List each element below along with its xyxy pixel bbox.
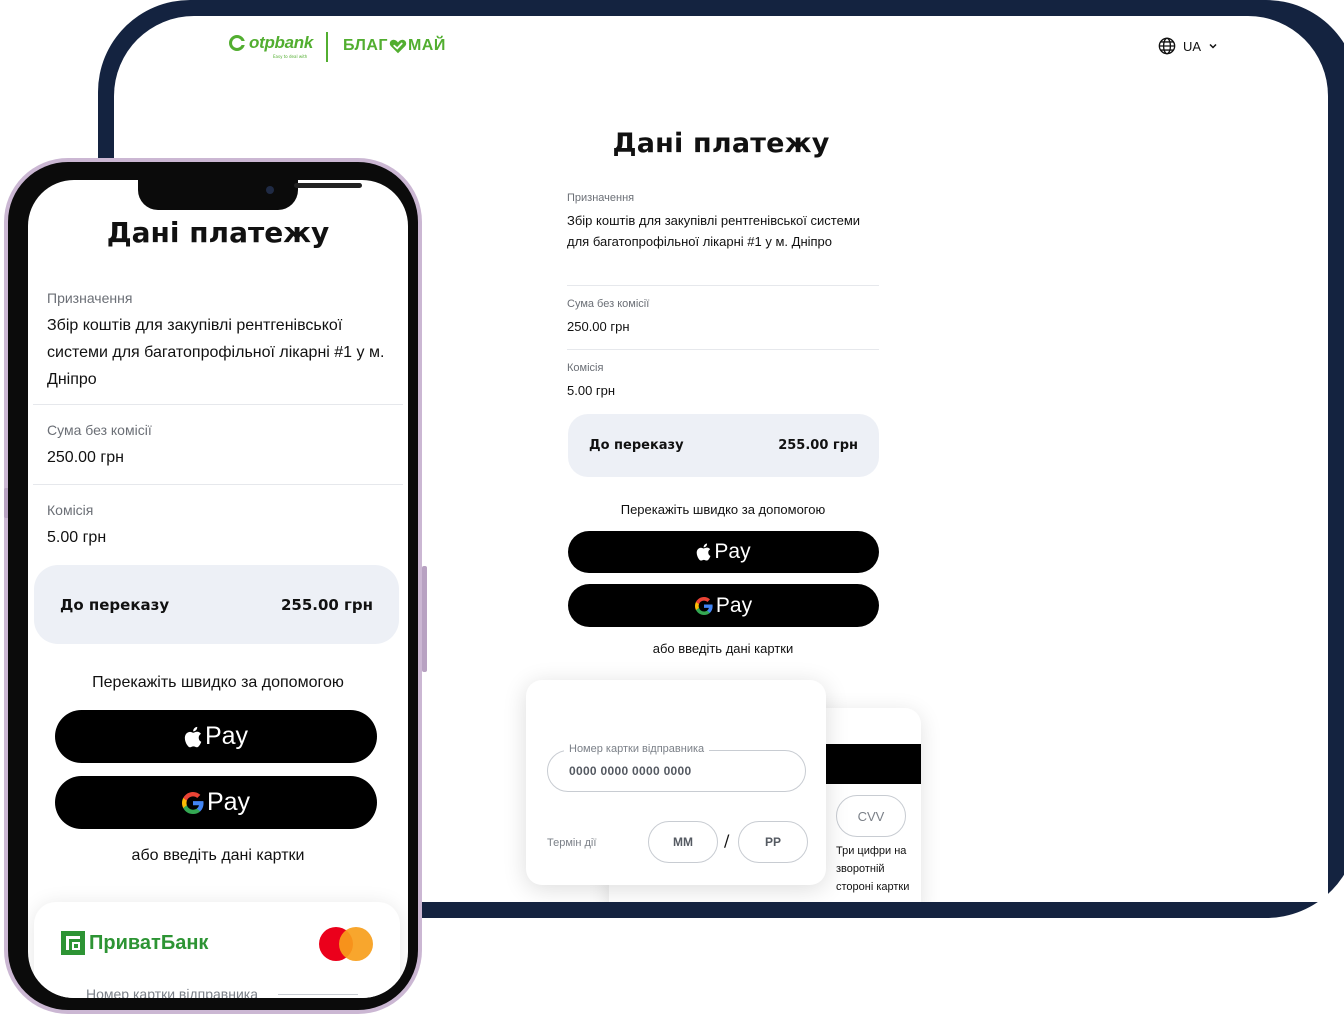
purpose-section: Призначення Збір коштів для закупівлі ре… <box>567 192 879 252</box>
or-card-text: або введіть дані картки <box>652 641 794 656</box>
fee-value: 5.00 грн <box>567 383 616 398</box>
phone-notch <box>138 180 362 210</box>
otp-logo-icon <box>229 34 245 51</box>
expiry-separator: / <box>724 831 730 850</box>
globe-icon <box>1158 37 1176 55</box>
amount-value: 250.00 грн <box>47 449 124 466</box>
phone-screen: Дані платежу Призначення Збір коштів для… <box>28 180 408 998</box>
speaker <box>294 183 362 188</box>
divider <box>567 285 879 286</box>
total-value: 255.00 грн <box>778 438 858 453</box>
divider <box>33 484 403 485</box>
header: otpbank Easy to deal with БЛАГ МАЙ UA <box>114 16 1328 78</box>
amount-label: Сума без комісії <box>567 298 650 310</box>
blagomay-logo: БЛАГ МАЙ <box>343 37 446 55</box>
google-pay-button[interactable]: Pay <box>55 776 377 829</box>
cvv-placeholder: CVV <box>857 808 885 824</box>
amount-label: Сума без комісії <box>47 422 152 438</box>
card-number-label: Номер картки відправника <box>86 986 259 998</box>
card-number-placeholder: 0000 0000 0000 0000 <box>569 764 692 778</box>
phone-bezel: Дані платежу Призначення Збір коштів для… <box>8 162 418 1010</box>
fee-label: Комісія <box>567 362 604 374</box>
apple-pay-label: Pay <box>714 540 751 563</box>
fee-section: Комісія 5.00 грн <box>567 362 879 401</box>
fee-section: Комісія 5.00 грн <box>47 502 399 551</box>
card-number-input-border[interactable] <box>278 994 358 995</box>
blagomay-text-left: БЛАГ <box>343 37 388 54</box>
otp-bank-logo: otpbank Easy to deal with <box>229 33 314 59</box>
google-g-icon <box>694 596 713 615</box>
purpose-section: Призначення Збір коштів для закупівлі ре… <box>47 290 399 393</box>
google-pay-label: Pay <box>715 593 753 617</box>
blagomay-text-right: МАЙ <box>407 37 446 54</box>
google-pay-label: Pay <box>206 788 251 816</box>
card-number-input[interactable]: Номер картки відправника 0000 0000 0000 … <box>547 743 806 792</box>
amount-value: 250.00 грн <box>567 319 630 334</box>
amount-section: Сума без комісії 250.00 грн <box>567 298 879 337</box>
amount-section: Сума без комісії 250.00 грн <box>47 422 399 471</box>
fee-label: Комісія <box>47 502 94 518</box>
fee-value: 5.00 грн <box>47 529 107 546</box>
quick-pay-text: Перекажіть швидко за допомогою <box>620 502 826 517</box>
total-summary: До переказу 255.00 грн <box>34 565 399 644</box>
apple-pay-button[interactable]: Pay <box>55 710 377 763</box>
year-placeholder: РР <box>764 835 781 849</box>
purpose-label: Призначення <box>567 192 635 204</box>
heart-icon <box>389 39 407 54</box>
apple-pay-label: Pay <box>204 722 249 750</box>
page-title: Дані платежу <box>612 128 830 159</box>
total-label: До переказу <box>60 595 170 614</box>
logo-divider <box>326 32 328 62</box>
cvv-input[interactable]: CVV <box>836 795 906 837</box>
month-placeholder: MM <box>673 835 693 849</box>
card-number-label: Номер картки відправника <box>564 743 710 755</box>
cvv-hint: Три цифри на зворотній стороні картки <box>836 845 910 893</box>
divider <box>567 349 879 350</box>
language-label: UA <box>1183 38 1202 54</box>
expiry-month-input[interactable]: MM <box>648 821 718 863</box>
card-front: ПриватБанк Номер картки відправника <box>34 902 400 998</box>
purpose-label: Призначення <box>47 290 133 306</box>
language-selector[interactable]: UA <box>1158 37 1218 55</box>
chevron-down-icon <box>1208 41 1218 51</box>
quick-pay-text: Перекажіть швидко за допомогою <box>92 674 344 691</box>
mastercard-logo-icon <box>319 927 373 961</box>
apple-pay-button[interactable]: Pay <box>568 531 879 573</box>
bank-name: ПриватБанк <box>89 931 209 954</box>
apple-icon <box>696 543 711 561</box>
divider <box>33 404 403 405</box>
privatbank-logo-icon <box>60 930 86 956</box>
expiry-label: Термін дії <box>547 837 597 849</box>
otp-tagline: Easy to deal with <box>273 54 308 59</box>
or-card-text: або введіть дані картки <box>131 847 305 864</box>
google-pay-button[interactable]: Pay <box>568 584 879 627</box>
phone-device: Дані платежу Призначення Збір коштів для… <box>4 158 427 1014</box>
google-g-icon <box>181 791 204 814</box>
phone-side-button <box>422 566 427 672</box>
expiry-year-input[interactable]: РР <box>738 821 808 863</box>
camera-icon <box>266 186 274 194</box>
page-title: Дані платежу <box>106 216 330 249</box>
apple-icon <box>184 726 202 748</box>
purpose-value: Збір коштів для закупівлі рентгенівської… <box>47 317 385 388</box>
total-summary: До переказу 255.00 грн <box>568 414 879 477</box>
privatbank-logo: ПриватБанк <box>60 930 208 956</box>
card-front: Номер картки відправника 0000 0000 0000 … <box>526 680 826 885</box>
total-label: До переказу <box>589 438 684 453</box>
purpose-value: Збір коштів для закупівлі рентгенівської… <box>567 213 861 249</box>
otp-logo-text: otpbank <box>249 33 314 52</box>
total-value: 255.00 грн <box>280 595 373 614</box>
